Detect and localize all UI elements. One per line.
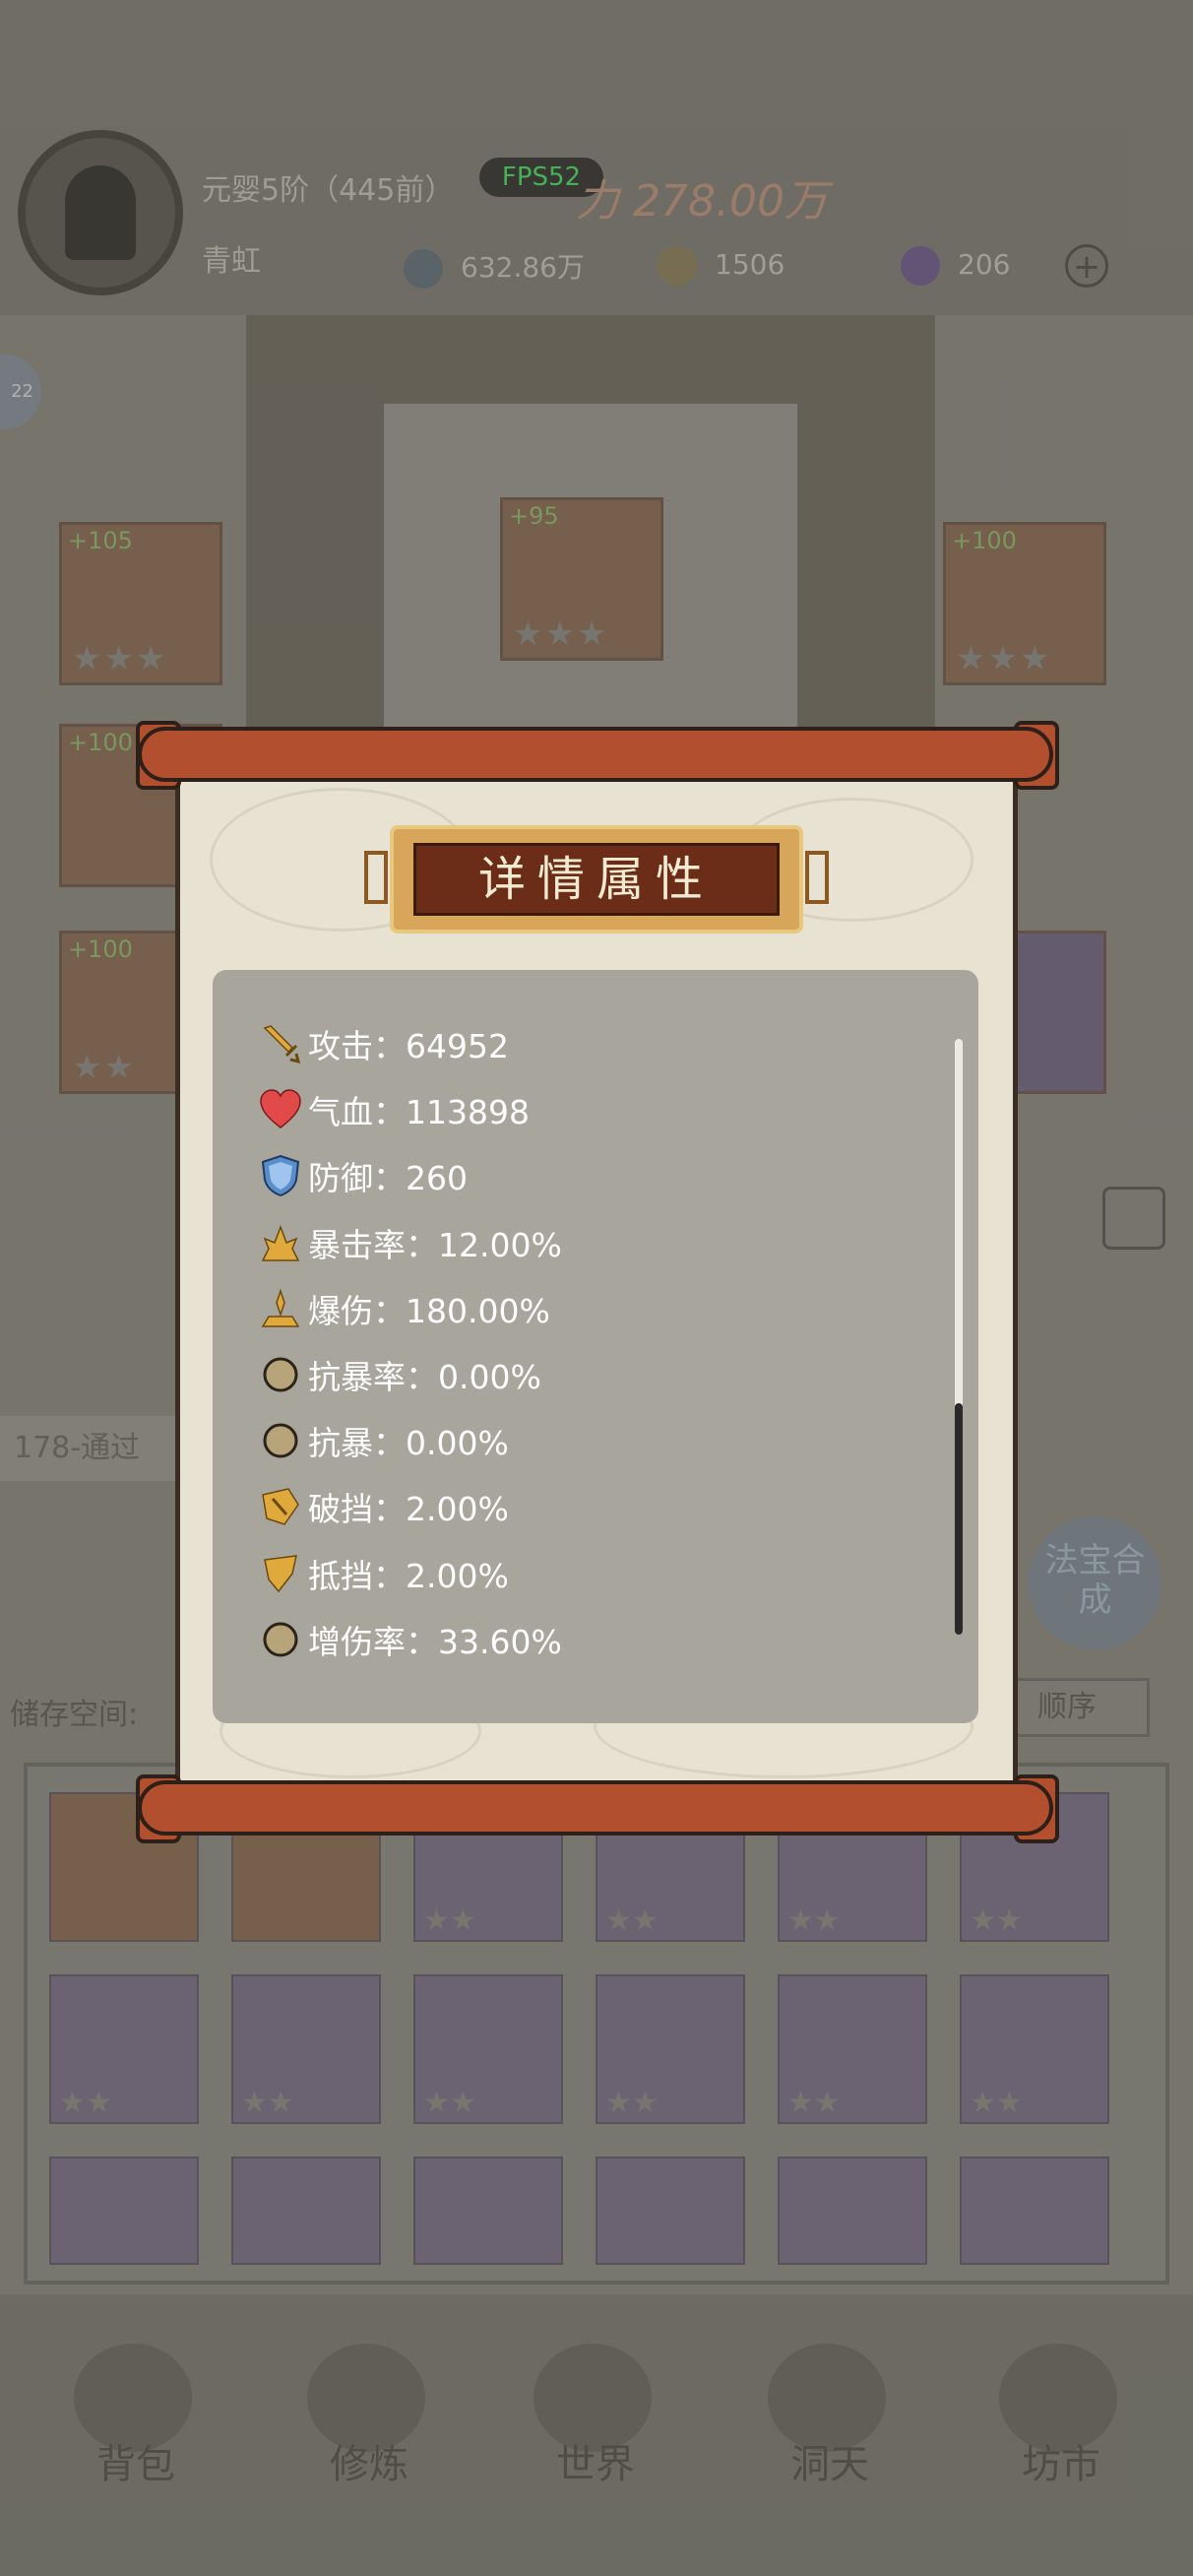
stat-label: 攻击：64952 [308, 1027, 509, 1065]
critdmg-icon [259, 1287, 302, 1330]
stat-label: 破挡：2.00% [308, 1490, 509, 1529]
dialog-title: 详情属性 [413, 843, 780, 916]
break-block-icon [259, 1485, 302, 1528]
title-plaque: 详情属性 [364, 825, 829, 934]
stat-label: 暴击率：12.00% [308, 1225, 562, 1264]
stat-row: 增伤率：33.60% [259, 1610, 562, 1669]
stat-label: 增伤率：33.60% [308, 1622, 562, 1661]
stat-row: 气血：113898 [259, 1080, 530, 1139]
crit-icon [259, 1221, 302, 1264]
circle-icon [259, 1419, 302, 1462]
stat-row: 暴击率：12.00% [259, 1213, 562, 1272]
sword-icon [259, 1022, 302, 1065]
shield-icon [259, 1154, 302, 1197]
scroll-rod-bottom [138, 1780, 1053, 1835]
stat-label: 防御：260 [308, 1159, 468, 1198]
block-icon [259, 1552, 302, 1595]
stat-row: 攻击：64952 [259, 1014, 509, 1073]
stat-label: 抗暴率：0.00% [308, 1358, 541, 1396]
stat-row: 抗暴率：0.00% [259, 1345, 541, 1404]
circle-icon [259, 1353, 302, 1396]
stat-label: 抵挡：2.00% [308, 1556, 509, 1595]
stat-label: 气血：113898 [308, 1093, 530, 1132]
stat-row: 抵挡：2.00% [259, 1544, 509, 1603]
stat-row: 破挡：2.00% [259, 1477, 509, 1536]
stat-label: 爆伤：180.00% [308, 1291, 550, 1330]
stat-row: 爆伤：180.00% [259, 1279, 550, 1338]
plaque-wing [805, 851, 829, 904]
circle-icon [259, 1618, 302, 1661]
plaque-wing [364, 851, 388, 904]
stat-label: 抗暴：0.00% [308, 1424, 509, 1463]
scroll-rod-top [138, 727, 1053, 782]
stats-scrollbar-thumb[interactable] [955, 1403, 963, 1635]
stat-row: 防御：260 [259, 1146, 468, 1205]
stat-row: 抗暴：0.00% [259, 1411, 509, 1470]
heart-icon [259, 1088, 302, 1131]
